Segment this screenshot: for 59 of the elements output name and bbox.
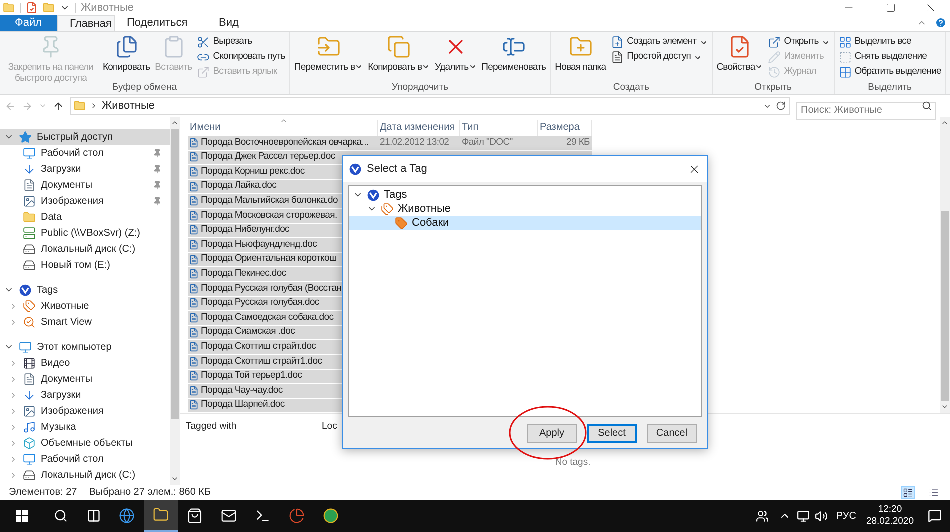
file-name: Порода Джек Рассел терьер.doc (201, 150, 336, 164)
file-name: Порода Ньюфаундленд.doc (201, 238, 318, 252)
group-label: Выделить (867, 82, 913, 94)
file-name: Порода Русская голубая (Восстан (201, 282, 342, 296)
file-size: 29 КБ (566, 136, 591, 150)
tree-item-label: Собаки (412, 216, 450, 231)
file-name: Порода Восточноевропейская овчарка... (201, 136, 369, 150)
nav-item-label: Новый том (E:) (41, 258, 110, 272)
window-title: Животные (81, 0, 134, 16)
nav-item-label: Изображения (41, 194, 104, 208)
file-name: Порода Нибелунг.doc (201, 223, 290, 238)
nav-item-label: Рабочий стол (41, 452, 104, 466)
nav-item-label: Музыка (41, 420, 76, 434)
file-name: Порода Лайка.doc (201, 179, 277, 194)
nav-section-label: Tags (37, 284, 58, 298)
file-name: Порода Той терьер1.doc (201, 369, 302, 384)
file-name: Порода Ориентальная короткош (201, 252, 337, 266)
file-name: Порода Пекинес.doc (201, 267, 286, 282)
file-name: Порода Шарпей.doc (201, 398, 285, 412)
tree-item-label: Tags (384, 188, 408, 203)
group-label: Открыть (754, 82, 793, 94)
nav-section-label: Быстрый доступ (37, 130, 113, 144)
nav-item-label: Документы (41, 178, 93, 192)
item-count: Элементов: 27 (9, 486, 78, 500)
file-type: Файл "DOC" (461, 136, 514, 150)
nav-item-label: Public (\\VBoxSvr) (Z:) (41, 226, 140, 240)
nav-item-label: Локальный диск (C:) (41, 242, 136, 256)
file-name: Порода Чау-чау.doc (201, 384, 283, 398)
group-label: Создать (612, 82, 650, 94)
file-name: Порода Скоттиш страйт.doc (201, 340, 316, 354)
selection-info: Выбрано 27 элем.: 860 КБ (89, 486, 212, 500)
nav-item-label: Data (41, 210, 62, 224)
details-label: Loc (322, 420, 338, 434)
empty-tags-text: No tags. (555, 456, 591, 470)
nav-item-label: Объемные объекты (41, 436, 133, 450)
nav-item-label: Животные (41, 300, 90, 314)
nav-item-label: Видео (41, 356, 70, 370)
file-name: Порода Московская сторожевая. (201, 208, 338, 223)
nav-item-label: Загрузки (41, 162, 82, 176)
nav-item-label: Изображения (41, 404, 104, 418)
nav-item-label: Рабочий стол (41, 146, 104, 160)
file-name: Порода Самоедская собака.doc (201, 310, 334, 325)
nav-item-label: Smart View (41, 316, 92, 330)
nav-item-label: Локальный диск (C:) (41, 468, 136, 482)
nav-item-label: Документы (41, 372, 93, 386)
nav-section-label: Этот компьютер (37, 340, 112, 354)
address-path: Животные (102, 98, 156, 114)
group-label: Буфер обмена (111, 82, 178, 94)
file-date: 21.02.2012 13:02 (379, 136, 450, 150)
file-name: Порода Мальтийская болонка.do (201, 194, 338, 208)
nav-item-label: Загрузки (41, 388, 82, 402)
file-name: Порода Русская голубая.doc (201, 296, 320, 310)
file-name: Порода Корниш рекс.doc (201, 164, 305, 179)
file-name: Порода Сиамская .doc (201, 325, 296, 340)
tree-item-label: Животные (398, 202, 452, 217)
group-label: Упорядочить (390, 82, 450, 94)
dialog-title: Select a Tag (367, 162, 428, 177)
details-label: Tagged with (186, 420, 238, 434)
file-name: Порода Скоттиш страйт1.doc (201, 354, 322, 369)
